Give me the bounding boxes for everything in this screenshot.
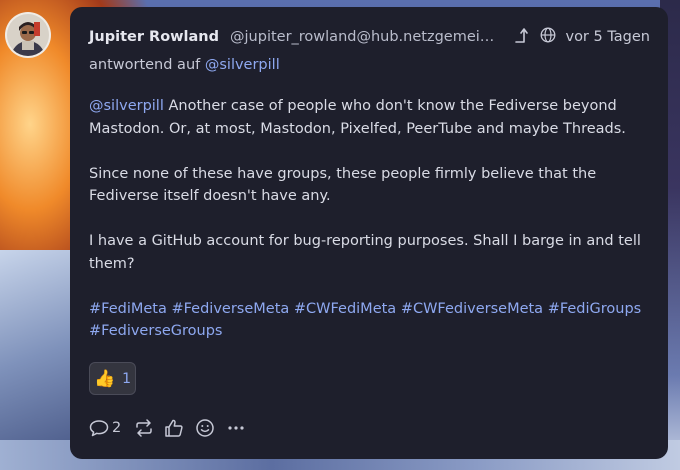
more-button[interactable] [227,425,245,431]
paragraph-text: Another case of people who don't know th… [89,98,626,137]
in-reply-prefix: antwortend auf [89,57,201,73]
post-timestamp[interactable]: vor 5 Tagen [565,29,650,45]
reply-count: 2 [112,420,122,436]
like-icon [164,419,184,437]
paragraph: @silverpill Another case of people who d… [89,95,654,140]
in-reply-to: antwortend auf @silverpill [89,57,280,73]
hashtag-link[interactable]: #CWFediMeta [294,301,396,317]
reaction-thumbs-up[interactable]: 👍 1 [89,362,136,395]
emoji-react-icon [195,418,215,438]
paragraph: Since none of these have groups, these p… [89,165,597,205]
hashtag-link[interactable]: #FediverseGroups [89,323,223,339]
in-reply-mention[interactable]: @silverpill [205,57,280,73]
mention-link[interactable]: @silverpill [89,98,164,114]
more-icon [227,425,245,431]
reaction-count: 1 [122,370,132,387]
emoji-react-button[interactable] [195,418,215,438]
hashtag-link[interactable]: #FediMeta [89,301,167,317]
boost-button[interactable] [134,419,154,437]
reply-button[interactable]: 2 [89,419,121,437]
post-actions: 2 [89,416,245,440]
hashtag-list: #FediMeta #FediverseMeta #CWFediMeta #CW… [89,298,654,343]
globe-icon[interactable] [540,27,556,47]
hashtag-link[interactable]: #FediverseMeta [171,301,289,317]
like-button[interactable] [164,419,184,437]
author-name[interactable]: Jupiter Rowland [89,29,219,45]
hashtag-link[interactable]: #FediGroups [548,301,642,317]
thumbs-up-emoji: 👍 [93,368,116,389]
hashtag-link[interactable]: #CWFediverseMeta [401,301,543,317]
avatar[interactable] [7,14,49,56]
post-header: Jupiter Rowland @jupiter_rowland@hub.net… [89,27,650,47]
paragraph: I have a GitHub account for bug-reportin… [89,233,641,272]
post-content: @silverpill Another case of people who d… [89,95,654,343]
author-handle[interactable]: @jupiter_rowland@hub.netzgemeinde... [230,29,502,45]
reply-icon [89,419,109,437]
post-card: Jupiter Rowland @jupiter_rowland@hub.net… [70,7,668,459]
reply-parent-icon[interactable] [514,27,529,47]
boost-icon [134,419,154,437]
